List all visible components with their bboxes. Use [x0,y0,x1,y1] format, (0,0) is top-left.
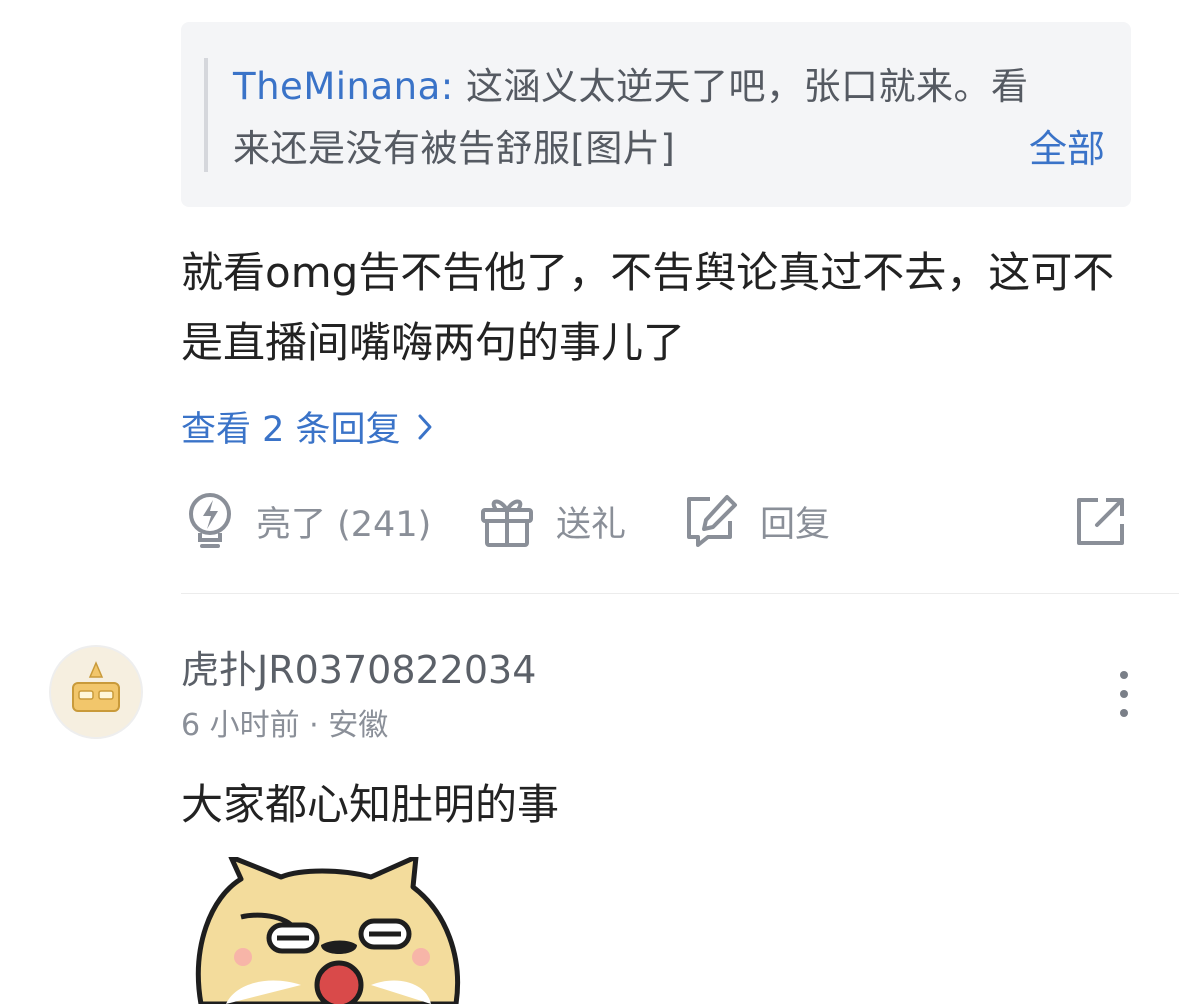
more-options-button[interactable] [1106,668,1142,722]
chevron-right-icon [417,404,433,456]
gift-icon [480,494,534,548]
gift-label: 送礼 [556,504,627,545]
like-button[interactable]: 亮了 (241) [186,488,431,554]
reply-button[interactable]: 回复 [684,488,830,554]
meta-separator: · [309,708,319,743]
comment-divider [181,593,1179,594]
expand-full-button[interactable]: 全部 [1029,118,1105,180]
comment-text: 就看omg告不告他了，不告舆论真过不去，这可不是直播间嘴嗨两句的事儿了 [181,248,1115,367]
more-vertical-icon [1106,671,1142,726]
avatar[interactable] [49,645,143,739]
comment-meta: 6 小时前 · 安徽 [181,704,388,748]
view-replies-label: 查看 2 条回复 [181,410,401,450]
quoted-reply-text: TheMinana: 这涵义太逆天了吧，张口就来。看来还是没有被告舒服[图片] [233,56,1053,180]
edit-icon [684,493,738,549]
like-count-label: 亮了 (241) [256,504,432,545]
lightbulb-icon [186,492,234,550]
quote-bar [204,58,208,172]
comment-time: 6 小时前 [181,708,300,743]
comment-action-bar: 亮了 (241) 送礼 回复 [181,488,1131,554]
view-replies-link[interactable]: 查看 2 条回复 [181,404,433,456]
quoted-username[interactable]: TheMinana: [233,65,454,108]
share-icon [1076,496,1126,546]
reply-label: 回复 [760,504,831,545]
comment-text: 大家都心知肚明的事 [181,780,560,829]
username[interactable]: 虎扑JR0370822034 [181,643,536,697]
comment-location: 安徽 [328,708,389,743]
share-button[interactable] [1076,488,1126,554]
gift-button[interactable]: 送礼 [480,488,626,554]
sticker-image[interactable] [181,857,481,1004]
quoted-reply[interactable]: TheMinana: 这涵义太逆天了吧，张口就来。看来还是没有被告舒服[图片] … [181,22,1131,207]
